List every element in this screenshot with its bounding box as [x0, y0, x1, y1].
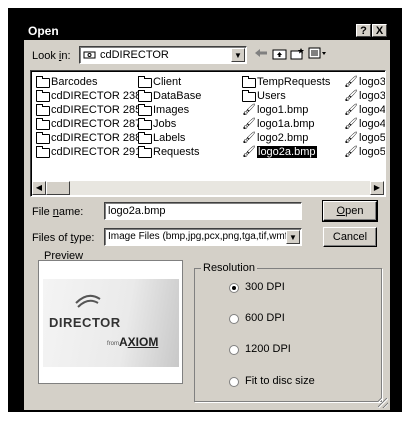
file-type-dropdown-button[interactable]: ▼: [286, 230, 300, 244]
list-item[interactable]: Images: [137, 103, 201, 117]
preview-brand-prefix: from: [107, 341, 119, 347]
list-item[interactable]: 🖌logo3a: [343, 89, 385, 103]
folder-icon: [138, 76, 152, 88]
list-item-selected[interactable]: 🖌 logo2a.bmp: [241, 145, 330, 159]
file-column-4: 🖌logo3.t 🖌logo3a 🖌logo4.t 🖌logo4a 🖌logo5…: [343, 75, 385, 159]
folder-icon: [36, 118, 50, 130]
list-item[interactable]: Requests: [137, 145, 201, 159]
bitmap-file-icon: 🖌: [344, 104, 358, 116]
folder-icon: [138, 146, 152, 158]
list-item[interactable]: 🖌logo4.t: [343, 103, 385, 117]
list-item[interactable]: cdDIRECTOR 287: [35, 117, 147, 131]
new-folder-icon[interactable]: [288, 47, 306, 63]
list-item[interactable]: cdDIRECTOR 291: [35, 145, 147, 159]
file-type-label: Files of type:: [32, 232, 95, 244]
bitmap-file-icon: 🖌: [344, 76, 358, 88]
list-item[interactable]: cdDIRECTOR 288: [35, 131, 147, 145]
look-in-label: Look in:: [32, 50, 71, 62]
file-name-label: File name:: [32, 206, 84, 218]
option-300-dpi[interactable]: 300 DPI: [245, 281, 285, 293]
horizontal-scrollbar[interactable]: ◀ ▶: [32, 181, 384, 195]
list-item[interactable]: Client: [137, 75, 201, 89]
preview-logo-text: DIRECTOR: [49, 315, 121, 330]
cancel-button[interactable]: Cancel: [323, 227, 377, 247]
list-item[interactable]: 🖌logo5.t: [343, 131, 385, 145]
list-item[interactable]: 🖌 logo1a.bmp: [241, 117, 330, 131]
help-button[interactable]: ?: [356, 24, 371, 37]
radio-300-dpi[interactable]: [229, 283, 239, 293]
bitmap-file-icon: 🖌: [344, 90, 358, 102]
file-list[interactable]: Barcodes cdDIRECTOR 238x cdDIRECTOR 285 …: [30, 70, 386, 197]
bitmap-file-icon: 🖌: [242, 146, 256, 158]
list-item[interactable]: Labels: [137, 131, 201, 145]
option-1200-dpi[interactable]: 1200 DPI: [245, 343, 291, 355]
bitmap-file-icon: 🖌: [344, 146, 358, 158]
file-type-value: Image Files (bmp,jpg,pcx,png,tga,tif,wmf…: [108, 231, 291, 242]
scroll-right-icon[interactable]: ▶: [370, 181, 384, 195]
look-in-combo[interactable]: cdDIRECTOR ▼: [79, 46, 247, 64]
open-dialog: Open ? X Look in: cdDIRECTOR ▼ Barcodes …: [22, 20, 392, 412]
look-in-value: cdDIRECTOR: [100, 49, 169, 61]
option-600-dpi[interactable]: 600 DPI: [245, 312, 285, 324]
scroll-left-icon[interactable]: ◀: [32, 181, 46, 195]
folder-icon: [138, 104, 152, 116]
file-column-2: Client DataBase Images Jobs Labels Reque…: [137, 75, 201, 159]
radio-1200-dpi[interactable]: [229, 345, 239, 355]
folder-icon: [138, 132, 152, 144]
file-column-3: TempRequests Users 🖌 logo1.bmp 🖌 logo1a.bm…: [241, 75, 330, 159]
open-button[interactable]: Open: [322, 200, 378, 222]
file-name-input[interactable]: logo2a.bmp: [104, 202, 302, 220]
radio-fit-to-disc[interactable]: [229, 377, 239, 387]
resize-grip-icon[interactable]: [378, 398, 388, 408]
folder-icon: [36, 104, 50, 116]
folder-icon: [36, 90, 50, 102]
folder-icon: [242, 76, 256, 88]
folder-icon: [36, 76, 50, 88]
list-item[interactable]: Users: [241, 89, 330, 103]
look-in-dropdown-button[interactable]: ▼: [231, 48, 245, 62]
list-item[interactable]: Barcodes: [35, 75, 147, 89]
file-type-combo[interactable]: Image Files (bmp,jpg,pcx,png,tga,tif,wmf…: [104, 228, 302, 246]
list-item[interactable]: Jobs: [137, 117, 201, 131]
folder-icon: [138, 90, 152, 102]
preview-brand-text: AXIOM: [119, 335, 159, 349]
back-arrow-icon[interactable]: [252, 47, 270, 63]
title-bar: Open ? X: [24, 22, 390, 40]
option-fit-to-disc[interactable]: Fit to disc size: [245, 375, 315, 387]
list-item[interactable]: 🖌 logo1.bmp: [241, 103, 330, 117]
radio-600-dpi[interactable]: [229, 314, 239, 324]
bitmap-file-icon: 🖌: [242, 118, 256, 130]
close-button[interactable]: X: [372, 24, 387, 37]
folder-icon: [242, 90, 256, 102]
list-item[interactable]: 🖌logo5a: [343, 145, 385, 159]
view-menu-icon[interactable]: [307, 47, 329, 63]
preview-pane: DIRECTOR from AXIOM: [38, 260, 183, 384]
dialog-title: Open: [28, 24, 59, 38]
disc-swoosh-icon: [75, 294, 101, 308]
list-item[interactable]: 🖌 logo2.bmp: [241, 131, 330, 145]
list-item[interactable]: cdDIRECTOR 238x: [35, 89, 147, 103]
list-item[interactable]: TempRequests: [241, 75, 330, 89]
file-column-1: Barcodes cdDIRECTOR 238x cdDIRECTOR 285 …: [35, 75, 147, 159]
list-item[interactable]: 🖌logo4a: [343, 117, 385, 131]
bitmap-file-icon: 🖌: [344, 118, 358, 130]
list-item[interactable]: 🖌logo3.t: [343, 75, 385, 89]
resolution-group: Resolution 300 DPI 600 DPI 1200 DPI Fit …: [194, 262, 382, 402]
bitmap-file-icon: 🖌: [242, 132, 256, 144]
bitmap-file-icon: 🖌: [242, 104, 256, 116]
scroll-thumb[interactable]: [46, 181, 70, 195]
folder-icon: [36, 146, 50, 158]
drive-icon: [83, 49, 96, 59]
folder-icon: [36, 132, 50, 144]
up-folder-icon[interactable]: [270, 47, 288, 63]
list-item[interactable]: cdDIRECTOR 285: [35, 103, 147, 117]
folder-icon: [138, 118, 152, 130]
preview-image: DIRECTOR from AXIOM: [43, 279, 179, 367]
scroll-track[interactable]: [46, 181, 370, 195]
list-item[interactable]: DataBase: [137, 89, 201, 103]
resolution-label: Resolution: [201, 262, 257, 274]
bitmap-file-icon: 🖌: [344, 132, 358, 144]
